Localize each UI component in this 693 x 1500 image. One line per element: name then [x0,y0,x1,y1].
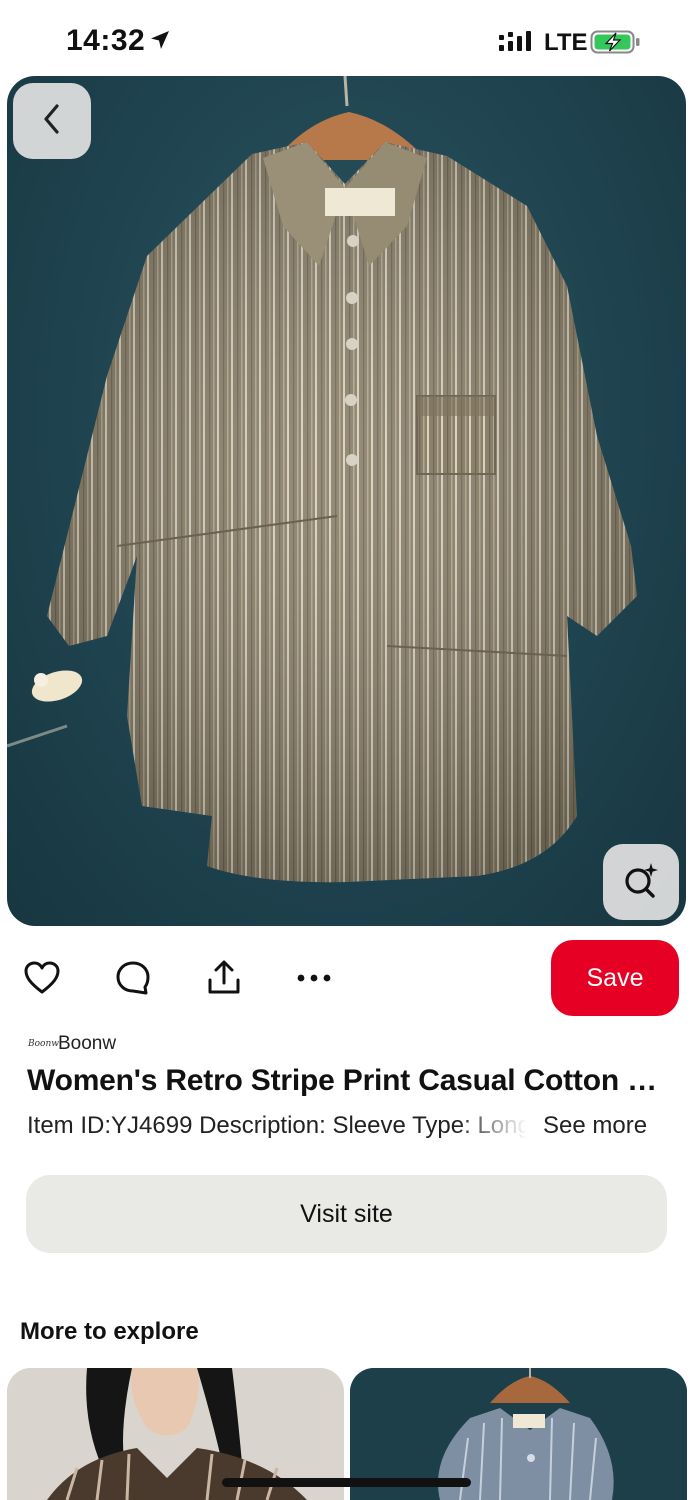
location-arrow-icon [148,28,172,52]
visit-site-button[interactable]: Visit site [26,1175,667,1253]
more-to-explore-heading: More to explore [20,1318,199,1345]
heart-icon[interactable] [22,958,62,998]
chevron-left-icon [37,101,67,142]
pin-image[interactable] [7,76,686,926]
pin-description: Item ID:YJ4699 Description: Sleeve Type:… [27,1112,527,1139]
pin-title: Women's Retro Stripe Print Casual Cotton… [27,1064,659,1097]
visual-search-button[interactable] [603,844,679,920]
back-button[interactable] [13,83,91,159]
save-button[interactable]: Save [551,940,679,1016]
status-bar: 14:32 LTE [0,0,693,76]
signal-icon [498,30,534,54]
home-indicator[interactable] [222,1478,471,1487]
see-more-link[interactable]: See more [543,1112,647,1140]
source-row[interactable]: Boonw Boonw [28,1030,116,1058]
status-time: 14:32 [66,24,146,57]
product-photo [7,76,637,883]
source-logo: Boonw [28,1039,59,1049]
more-icon[interactable] [294,958,334,998]
network-label: LTE [544,29,588,56]
description-row: Item ID:YJ4699 Description: Sleeve Type:… [27,1110,667,1144]
share-icon[interactable] [204,958,244,998]
source-name[interactable]: Boonw [58,1033,116,1055]
battery-charging-icon [590,28,642,56]
pin-detail-screen: 14:32 LTE Save Boonw Boonw Women's Retro… [0,0,693,1500]
action-row: Save [0,940,693,1018]
comment-icon[interactable] [113,958,153,998]
visual-search-icon [621,860,661,905]
